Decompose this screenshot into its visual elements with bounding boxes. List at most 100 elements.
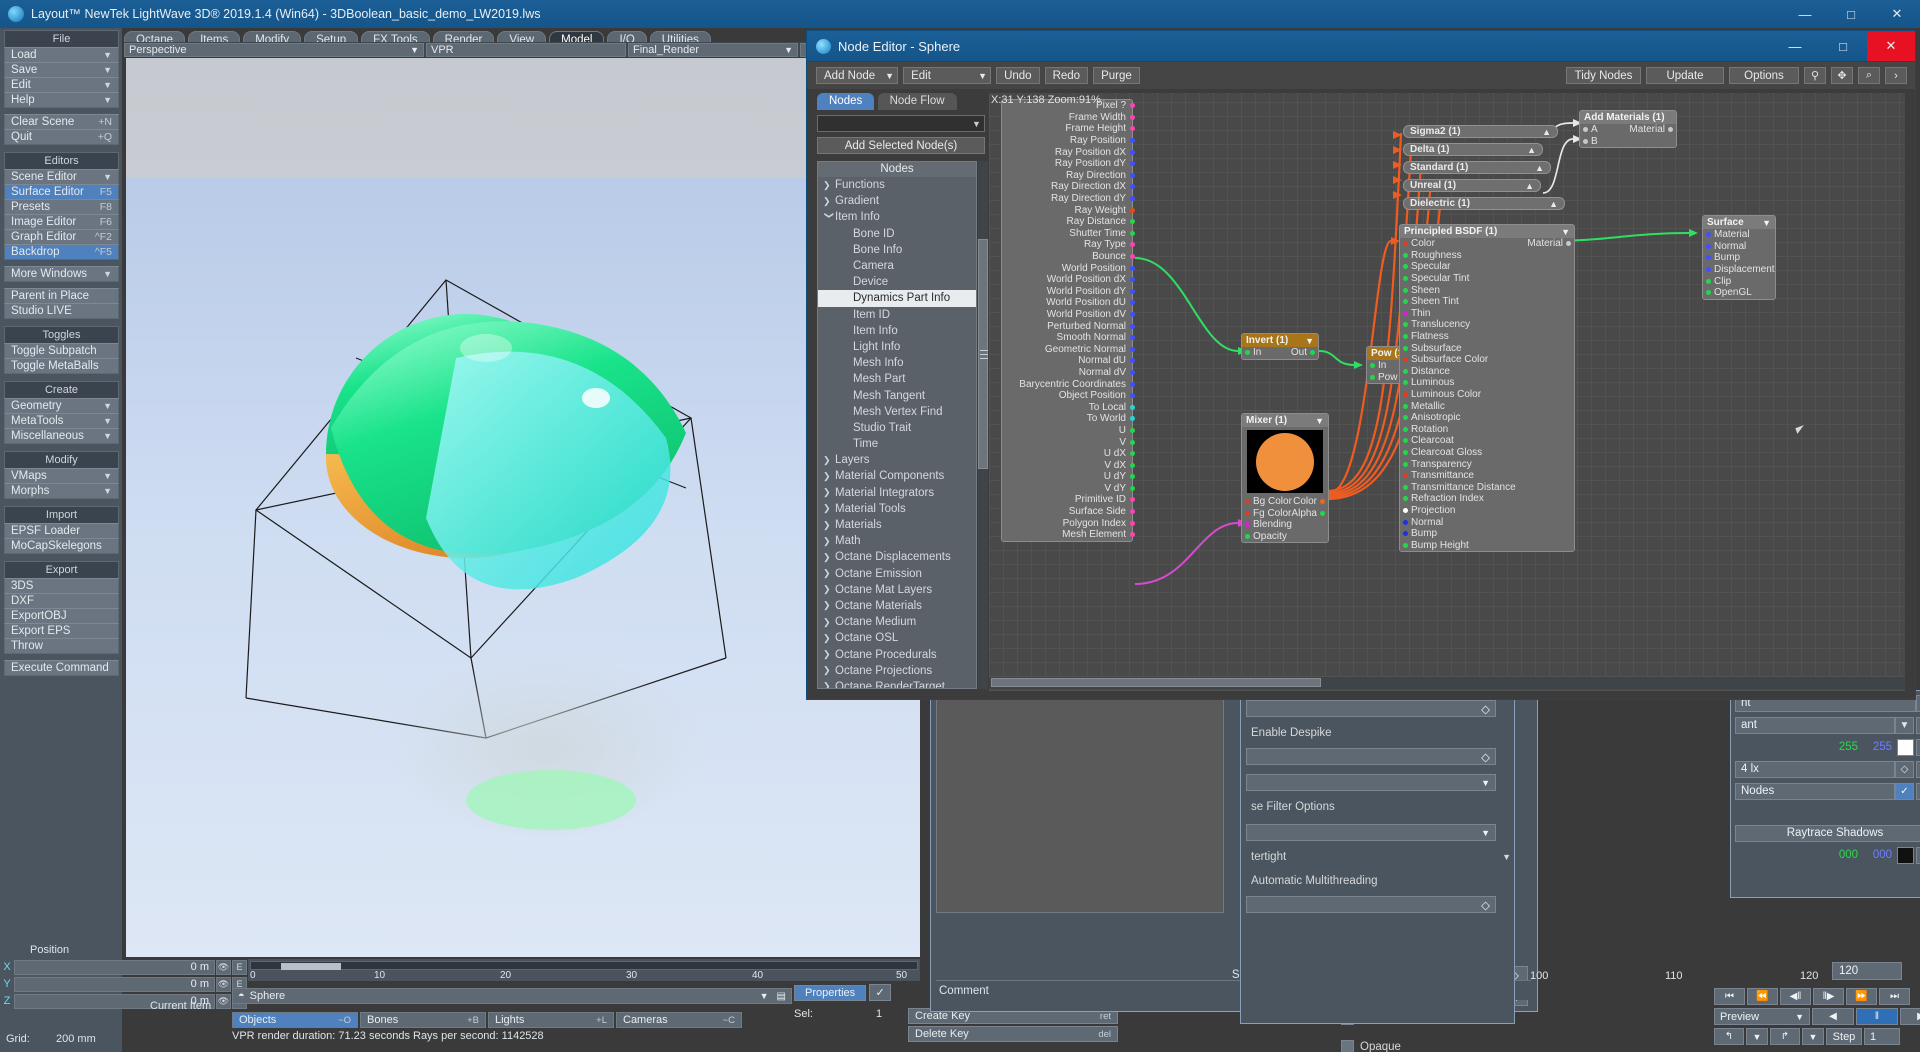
toolbar-item-epsf-loader[interactable]: EPSF Loader [4,523,119,539]
tree-item-octane-medium[interactable]: ❯ Octane Medium [818,614,976,630]
info-output-port[interactable]: U dX [1002,448,1135,460]
scrollbar-thumb[interactable] [991,678,1321,687]
toolbar-item-exportobj[interactable]: ExportOBJ [4,608,119,624]
maximize-icon[interactable]: □ [1819,31,1867,61]
chevron-right-icon[interactable]: ❯ [823,180,835,191]
info-output-port[interactable]: Ray Position dX [1002,146,1135,158]
playback-controls[interactable]: ⏮ ⏪ ◀‖ ‖▶ ⏩ ⏭ Preview ▼ ◀ ‖ ▶ ↰ ▼ ↱ ▼ St… [1714,988,1920,1050]
light-intensity-row[interactable]: 4 lx ◇ E [1735,759,1920,779]
tidy-nodes-button[interactable]: Tidy Nodes [1566,67,1641,84]
info-output-port[interactable]: V [1002,436,1135,448]
tree-item-studio-trait[interactable]: Studio Trait [818,420,976,436]
material-bar-dielectric-1-[interactable]: Dielectric (1) ▲ [1403,197,1565,210]
chevron-right-icon[interactable]: ❯ [823,455,835,466]
tree-item-mesh-part[interactable]: Mesh Part [818,371,976,387]
info-output-port[interactable]: To World [1002,413,1135,425]
chevron-right-icon[interactable]: ❯ [823,196,835,207]
bsdf-input-port[interactable]: Transparency [1400,458,1574,470]
add-materials-title[interactable]: Add Materials (1) [1580,111,1676,124]
raytrace-shadows-label[interactable]: Raytrace Shadows [1735,824,1920,842]
node-principled-bsdf[interactable]: Principled BSDF (1) ▼ Color Material Rough… [1399,224,1575,553]
object-button-bones[interactable]: Bones +B [360,1012,486,1028]
toolbar-item-morphs[interactable]: Morphs ▼ [4,483,119,499]
update-button[interactable]: Update [1646,67,1724,84]
toolbar-item-execute-command[interactable]: Execute Command [4,660,119,676]
info-output-port[interactable]: World Position dX [1002,274,1135,286]
bsdf-input-port[interactable]: Translucency [1400,319,1574,331]
tree-item-octane-emission[interactable]: ❯ Octane Emission [818,566,976,582]
toolbar-item-mocapskelegons[interactable]: MoCapSkelegons [4,538,119,554]
render-select-1[interactable]: ▼ [1246,774,1496,791]
bsdf-input-port[interactable]: Clearcoat [1400,435,1574,447]
move-icon[interactable]: ✥ [1831,67,1853,84]
undo-button[interactable]: Undo [996,67,1040,84]
toolbar-item-export-eps[interactable]: Export EPS [4,623,119,639]
material-bar-sigma2-1-[interactable]: Sigma2 (1) ▲ [1403,125,1558,138]
light-color-e-button[interactable]: E [1916,738,1920,756]
toolbar-item-graph-editor[interactable]: Graph Editor ^F2 [4,229,119,245]
surface-node-title[interactable]: Surface ▼ [1703,216,1775,229]
automatic-multithreading-label[interactable]: Automatic Multithreading [1251,875,1378,887]
node-add-materials[interactable]: Add Materials (1) A Material B [1579,110,1677,149]
properties-check-icon[interactable]: ✓ [869,984,891,1001]
principled-bsdf-title[interactable]: Principled BSDF (1) ▼ [1400,225,1574,238]
tree-item-math[interactable]: ❯ Math [818,533,976,549]
bsdf-input-port[interactable]: Refraction Index [1400,493,1574,505]
info-output-port[interactable]: Primitive ID [1002,494,1135,506]
node-graph-canvas[interactable]: X:31 Y:138 Zoom:91% Pixel ? Frame Width … [989,93,1905,691]
coord-row-y[interactable]: Y0 m 👁 E [0,976,248,992]
info-output-port[interactable]: Perturbed Normal [1002,320,1135,332]
shadow-color-green[interactable]: 000 [1824,849,1858,861]
render-select-2[interactable]: ▼ [1246,824,1496,841]
light-color-blue[interactable]: 255 [1858,741,1892,753]
timeline-scrubber[interactable]: 0 10 20 30 40 50 [248,959,920,981]
info-output-port[interactable]: Ray Direction [1002,170,1135,182]
render-field-1[interactable]: ◇ [1246,700,1496,717]
tree-item-octane-mat-layers[interactable]: ❯ Octane Mat Layers [818,582,976,598]
toolbar-item-surface-editor[interactable]: Surface Editor F5 [4,184,119,200]
goto-end-icon[interactable]: ⏭ [1879,988,1910,1005]
info-output-port[interactable]: World Position dY [1002,286,1135,298]
window-controls[interactable]: — □ ✕ [1782,0,1920,28]
info-output-port[interactable]: V dY [1002,483,1135,495]
add-materials-port-b[interactable]: B [1580,136,1676,148]
chevron-right-icon[interactable]: ❯ [823,471,835,482]
node-editor-toolbar[interactable]: Add Node ▼ Edit ▼ Undo Redo Purge Tidy N… [807,62,1915,89]
toolbar-item-edit[interactable]: Edit ▼ [4,77,119,93]
canvas-horizontal-scrollbar[interactable] [989,677,1905,689]
list-icon[interactable]: ▤ [777,991,786,1002]
info-output-port[interactable]: U [1002,425,1135,437]
tree-item-item-id[interactable]: Item ID [818,307,976,323]
shadow-color-e-button[interactable]: E [1916,846,1920,864]
object-button-lights[interactable]: Lights +L [488,1012,614,1028]
info-output-port[interactable]: V dX [1002,459,1135,471]
goto-start-icon[interactable]: ⏮ [1714,988,1745,1005]
surface-input-port[interactable]: Bump [1703,252,1775,264]
light-color-green[interactable]: 255 [1824,741,1858,753]
playback-row-1[interactable]: ⏮ ⏪ ◀‖ ‖▶ ⏩ ⏭ [1714,988,1914,1005]
tree-item-material-components[interactable]: ❯ Material Components [818,468,976,484]
axis-value[interactable]: 0 m [14,959,215,975]
playback-row-2[interactable]: Preview ▼ ◀ ‖ ▶ [1714,1008,1920,1025]
tree-item-item-info[interactable]: Item Info [818,323,976,339]
toolbar-item-throw[interactable]: Throw [4,638,119,654]
camera-select[interactable]: Final_Render ▼ [628,42,798,57]
preview-select[interactable]: Preview ▼ [1714,1008,1810,1025]
bsdf-input-port[interactable]: Normal [1400,516,1574,528]
node-tree-body[interactable]: ❯ Functions ❯ Gradient ❯ Item Info Bone ID Bone… [818,177,976,688]
timeline-handle[interactable] [281,963,341,970]
pin-icon[interactable]: ⚲ [1804,67,1826,84]
mixer-input-port[interactable]: Bg Color Color [1242,496,1328,508]
chevron-right-icon[interactable]: ❯ [823,681,835,688]
step-forward-icon[interactable]: ↱ [1770,1028,1800,1045]
bsdf-input-port[interactable]: Transmittance [1400,470,1574,482]
node-surface[interactable]: Surface ▼ Material Normal Bump Displacement… [1702,215,1776,300]
node-library-tabs[interactable]: Nodes Node Flow [817,93,985,110]
chevron-down-icon[interactable]: ▼ [1746,1028,1768,1045]
toolbar-item-presets[interactable]: Presets F8 [4,199,119,215]
bsdf-input-port[interactable]: Metallic [1400,400,1574,412]
shadow-color-swatch[interactable] [1897,846,1914,864]
current-item-select[interactable]: ◓ Sphere ▼ ▤ [232,988,792,1004]
maximize-icon[interactable]: □ [1828,0,1874,28]
toolbar-item-vmaps[interactable]: VMaps ▼ [4,468,119,484]
